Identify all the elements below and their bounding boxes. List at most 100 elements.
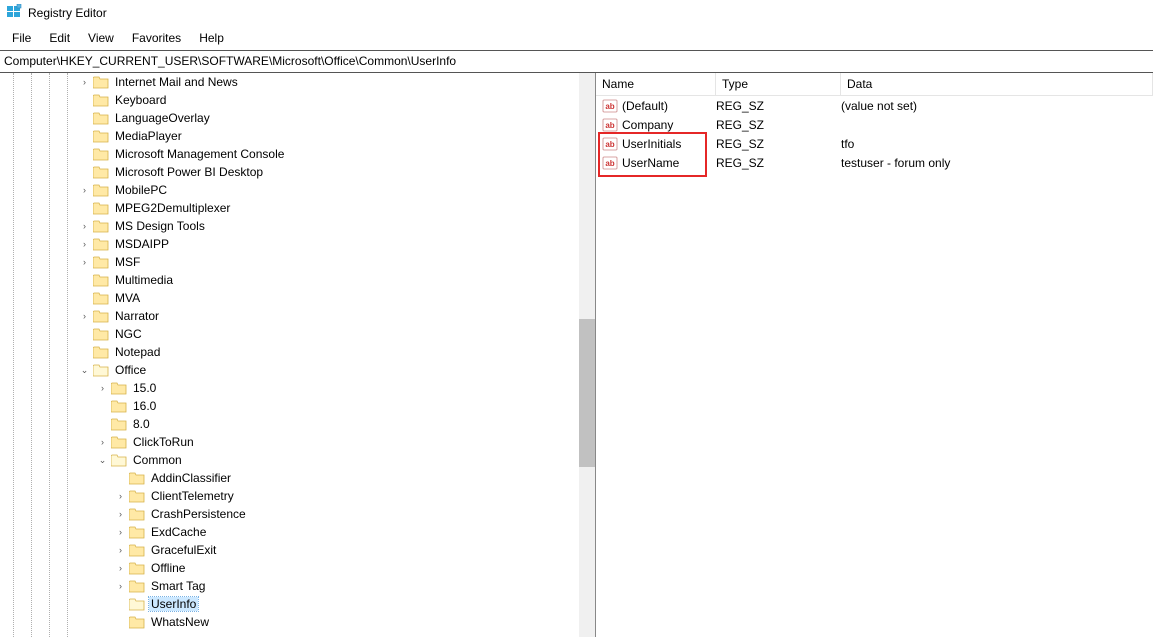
tree-item[interactable]: › ClickToRun [0, 433, 579, 451]
tree-item[interactable]: 8.0 [0, 415, 579, 433]
chevron-down-icon[interactable]: ⌄ [96, 454, 109, 467]
chevron-right-icon[interactable]: › [114, 544, 127, 557]
tree-item-label[interactable]: MSDAIPP [113, 237, 171, 251]
tree-item[interactable]: MVA [0, 289, 579, 307]
value-row[interactable]: ab(Default)REG_SZ(value not set) [596, 96, 1153, 115]
tree-item[interactable]: NGC [0, 325, 579, 343]
address-bar[interactable]: Computer\HKEY_CURRENT_USER\SOFTWARE\Micr… [0, 50, 1153, 73]
tree-item-label[interactable]: WhatsNew [149, 615, 211, 629]
tree-item[interactable]: › MSF [0, 253, 579, 271]
tree-item-label[interactable]: MobilePC [113, 183, 169, 197]
tree-item-label[interactable]: Smart Tag [149, 579, 207, 593]
menu-file[interactable]: File [4, 29, 39, 47]
tree-item-label[interactable]: ClickToRun [131, 435, 196, 449]
tree-item[interactable]: ⌄ Common [0, 451, 579, 469]
chevron-down-icon[interactable]: ⌄ [78, 364, 91, 377]
tree-item[interactable]: › 15.0 [0, 379, 579, 397]
tree-item-label[interactable]: UserInfo [149, 597, 198, 611]
menu-favorites[interactable]: Favorites [124, 29, 189, 47]
column-header-type[interactable]: Type [716, 73, 841, 95]
folder-icon [93, 220, 109, 233]
tree-item[interactable]: UserInfo [0, 595, 579, 613]
tree-item[interactable]: › GracefulExit [0, 541, 579, 559]
tree-item[interactable]: Microsoft Power BI Desktop [0, 163, 579, 181]
tree-item-label[interactable]: Keyboard [113, 93, 168, 107]
column-header-data[interactable]: Data [841, 73, 1153, 95]
tree-item-label[interactable]: MSF [113, 255, 142, 269]
chevron-right-icon[interactable]: › [96, 382, 109, 395]
scrollbar-track[interactable] [579, 73, 595, 637]
chevron-right-icon[interactable]: › [78, 238, 91, 251]
tree-item[interactable]: › Smart Tag [0, 577, 579, 595]
tree[interactable]: › Internet Mail and News Keyboard LanguageO… [0, 73, 579, 631]
tree-item[interactable]: Notepad [0, 343, 579, 361]
tree-item[interactable]: › ExdCache [0, 523, 579, 541]
chevron-right-icon[interactable]: › [114, 526, 127, 539]
chevron-right-icon[interactable]: › [114, 580, 127, 593]
tree-item-label[interactable]: 15.0 [131, 381, 158, 395]
chevron-right-icon[interactable]: › [78, 76, 91, 89]
string-value-icon: ab [602, 136, 618, 152]
tree-item-label[interactable]: MVA [113, 291, 142, 305]
titlebar: Registry Editor [0, 0, 1153, 26]
tree-item-label[interactable]: Notepad [113, 345, 162, 359]
tree-item[interactable]: › CrashPersistence [0, 505, 579, 523]
tree-item-label[interactable]: CrashPersistence [149, 507, 248, 521]
value-row[interactable]: abUserNameREG_SZtestuser - forum only [596, 153, 1153, 172]
tree-item[interactable]: 16.0 [0, 397, 579, 415]
chevron-right-icon[interactable]: › [114, 490, 127, 503]
tree-item[interactable]: MediaPlayer [0, 127, 579, 145]
tree-item-label[interactable]: MS Design Tools [113, 219, 207, 233]
tree-item[interactable]: › Internet Mail and News [0, 73, 579, 91]
value-row[interactable]: abUserInitialsREG_SZtfo [596, 134, 1153, 153]
tree-item[interactable]: Keyboard [0, 91, 579, 109]
tree-item-label[interactable]: ExdCache [149, 525, 208, 539]
tree-item-label[interactable]: Multimedia [113, 273, 175, 287]
menu-view[interactable]: View [80, 29, 122, 47]
app-icon [6, 4, 22, 23]
tree-item-label[interactable]: 16.0 [131, 399, 158, 413]
chevron-right-icon[interactable]: › [78, 310, 91, 323]
tree-item[interactable]: › MS Design Tools [0, 217, 579, 235]
chevron-right-icon[interactable]: › [96, 436, 109, 449]
tree-item[interactable]: MPEG2Demultiplexer [0, 199, 579, 217]
tree-item[interactable]: AddinClassifier [0, 469, 579, 487]
tree-item-label[interactable]: NGC [113, 327, 144, 341]
chevron-right-icon[interactable]: › [114, 562, 127, 575]
scrollbar-thumb[interactable] [579, 319, 595, 467]
tree-item-label[interactable]: Microsoft Power BI Desktop [113, 165, 265, 179]
chevron-right-icon[interactable]: › [114, 508, 127, 521]
tree-item-label[interactable]: 8.0 [131, 417, 152, 431]
tree-item[interactable]: LanguageOverlay [0, 109, 579, 127]
tree-item-label[interactable]: Narrator [113, 309, 161, 323]
tree-item-label[interactable]: MediaPlayer [113, 129, 184, 143]
tree-item[interactable]: › MSDAIPP [0, 235, 579, 253]
tree-item-label[interactable]: ClientTelemetry [149, 489, 236, 503]
value-row[interactable]: abCompanyREG_SZ [596, 115, 1153, 134]
tree-item[interactable]: › Offline [0, 559, 579, 577]
tree-item-label[interactable]: Common [131, 453, 184, 467]
tree-item-label[interactable]: LanguageOverlay [113, 111, 212, 125]
menu-help[interactable]: Help [191, 29, 232, 47]
tree-item[interactable]: › MobilePC [0, 181, 579, 199]
tree-item-label[interactable]: GracefulExit [149, 543, 218, 557]
tree-item[interactable]: › Narrator [0, 307, 579, 325]
tree-item[interactable]: WhatsNew [0, 613, 579, 631]
values-header: Name Type Data [596, 73, 1153, 96]
tree-item-label[interactable]: Microsoft Management Console [113, 147, 286, 161]
values-pane: Name Type Data ab(Default)REG_SZ(value n… [596, 73, 1153, 637]
tree-item-label[interactable]: Office [113, 363, 148, 377]
tree-item[interactable]: Multimedia [0, 271, 579, 289]
column-header-name[interactable]: Name [596, 73, 716, 95]
tree-item[interactable]: ⌄ Office [0, 361, 579, 379]
tree-item-label[interactable]: AddinClassifier [149, 471, 233, 485]
tree-item[interactable]: Microsoft Management Console [0, 145, 579, 163]
menu-edit[interactable]: Edit [41, 29, 78, 47]
tree-item[interactable]: › ClientTelemetry [0, 487, 579, 505]
tree-item-label[interactable]: Offline [149, 561, 187, 575]
chevron-right-icon[interactable]: › [78, 256, 91, 269]
tree-item-label[interactable]: MPEG2Demultiplexer [113, 201, 232, 215]
tree-item-label[interactable]: Internet Mail and News [113, 75, 240, 89]
chevron-right-icon[interactable]: › [78, 220, 91, 233]
chevron-right-icon[interactable]: › [78, 184, 91, 197]
